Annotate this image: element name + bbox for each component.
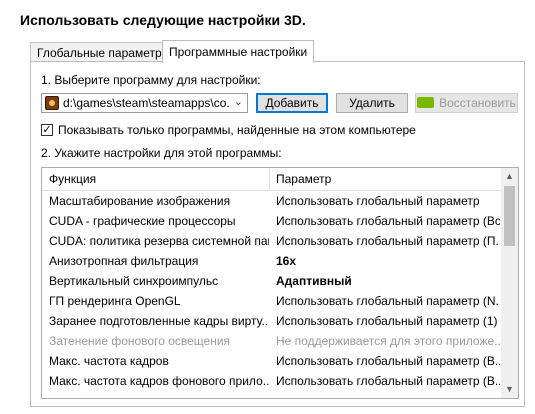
setting-feature: Заранее подготовленные кадры вирту... bbox=[49, 314, 269, 328]
tab-global-settings[interactable]: Глобальные параметры bbox=[30, 42, 178, 63]
setting-feature: Макс. частота кадров bbox=[49, 354, 169, 368]
restore-button[interactable]: Восстановить bbox=[415, 93, 518, 113]
vertical-scrollbar[interactable]: ▲ ▼ bbox=[501, 168, 518, 398]
nvidia-icon bbox=[417, 97, 435, 108]
table-row[interactable]: Анизотропная фильтрация 16x bbox=[42, 251, 502, 271]
program-select[interactable]: d:\games\steam\steamapps\co... ⌄ bbox=[41, 93, 248, 113]
setting-value[interactable]: Использовать глобальный параметр (1) bbox=[276, 311, 500, 331]
column-header-value[interactable]: Параметр bbox=[276, 168, 331, 190]
table-row[interactable]: Затенение фонового освещения Не поддержи… bbox=[42, 331, 502, 351]
setting-value: Не поддерживается для этого приложе... bbox=[276, 334, 500, 348]
setting-value[interactable]: Адаптивный bbox=[276, 271, 500, 291]
program-settings-panel: 1. Выберите программу для настройки: d:\… bbox=[30, 61, 525, 407]
setting-feature: CUDA - графические процессоры bbox=[49, 214, 236, 228]
table-row[interactable]: CUDA: политика резерва системной пам... … bbox=[42, 231, 502, 251]
scroll-up-icon[interactable]: ▲ bbox=[501, 168, 518, 185]
grid-header: Функция Параметр bbox=[42, 168, 502, 191]
game-app-icon bbox=[45, 96, 59, 110]
setting-value[interactable]: Использовать глобальный параметр bbox=[276, 191, 500, 211]
table-row[interactable]: Макс. частота кадров Использовать глобал… bbox=[42, 351, 502, 371]
setting-value[interactable]: Использовать глобальный параметр (В... bbox=[276, 351, 500, 371]
chevron-down-icon[interactable]: ⌄ bbox=[234, 95, 243, 108]
setting-feature: Вертикальный синхроимпульс bbox=[49, 274, 219, 288]
setting-value[interactable]: Использовать глобальный параметр (В... bbox=[276, 371, 500, 391]
column-header-feature[interactable]: Функция bbox=[49, 168, 96, 190]
setting-value[interactable]: Использовать глобальный параметр (N... bbox=[276, 291, 500, 311]
setting-value[interactable]: Использовать глобальный параметр (Все) bbox=[276, 211, 500, 231]
setting-feature: CUDA: политика резерва системной пам... bbox=[49, 234, 269, 248]
page-title: Использовать следующие настройки 3D. bbox=[20, 12, 306, 28]
program-select-value: d:\games\steam\steamapps\co... bbox=[63, 96, 231, 110]
remove-program-button[interactable]: Удалить bbox=[336, 93, 408, 113]
table-row[interactable]: CUDA - графические процессоры Использова… bbox=[42, 211, 502, 231]
setting-feature: Макс. частота кадров фонового прило... bbox=[49, 374, 269, 388]
add-program-button[interactable]: Добавить bbox=[256, 93, 328, 113]
restore-button-label: Восстановить bbox=[439, 96, 516, 110]
column-divider[interactable] bbox=[269, 168, 270, 190]
setting-value[interactable]: Использовать глобальный параметр (П... bbox=[276, 231, 500, 251]
show-found-programs-label: Показывать только программы, найденные н… bbox=[58, 123, 416, 137]
select-program-label: 1. Выберите программу для настройки: bbox=[41, 73, 261, 87]
scrollbar-thumb[interactable] bbox=[504, 186, 515, 246]
setting-value[interactable]: 16x bbox=[276, 251, 500, 271]
table-row[interactable]: Масштабирование изображения Использовать… bbox=[42, 191, 502, 211]
table-row[interactable]: Макс. частота кадров фонового прило... И… bbox=[42, 371, 502, 391]
setting-feature: Масштабирование изображения bbox=[49, 194, 231, 208]
scroll-down-icon[interactable]: ▼ bbox=[501, 381, 518, 398]
setting-feature: Затенение фонового освещения bbox=[49, 334, 231, 348]
table-row[interactable]: ГП рендеринга OpenGL Использовать глобал… bbox=[42, 291, 502, 311]
tab-program-settings[interactable]: Программные настройки bbox=[162, 40, 315, 63]
setting-feature: Анизотропная фильтрация bbox=[49, 254, 199, 268]
table-row[interactable]: Вертикальный синхроимпульс Адаптивный bbox=[42, 271, 502, 291]
settings-grid: Функция Параметр Масштабирование изображ… bbox=[41, 167, 519, 399]
table-row[interactable]: Заранее подготовленные кадры вирту... Ис… bbox=[42, 311, 502, 331]
show-found-programs-checkbox[interactable]: ✓ bbox=[41, 124, 53, 136]
setting-feature: ГП рендеринга OpenGL bbox=[49, 294, 181, 308]
specify-settings-label: 2. Укажите настройки для этой программы: bbox=[41, 146, 282, 160]
